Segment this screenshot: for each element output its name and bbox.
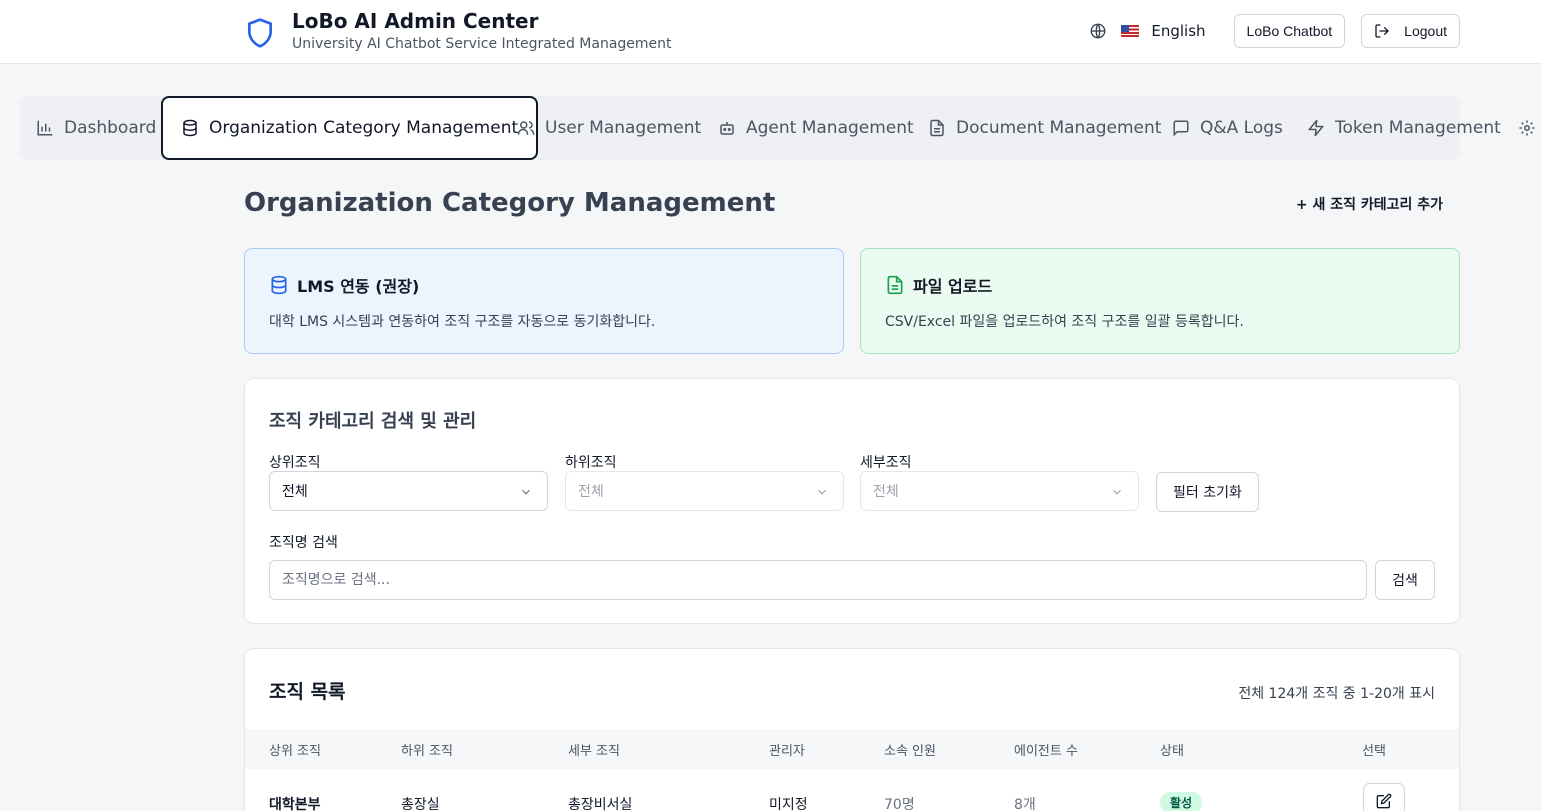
app-title: LoBo AI Admin Center: [292, 9, 539, 33]
tab-qa-logs-label: Q&A Logs: [1200, 118, 1283, 138]
language-selector[interactable]: English: [1089, 22, 1206, 40]
bot-icon: [720, 122, 734, 135]
file-text-icon: [887, 275, 903, 295]
lobo-chatbot-button[interactable]: LoBo Chatbot: [1233, 14, 1346, 48]
tab-agent-management-label: Agent Management: [746, 118, 914, 138]
column-header[interactable]: 선택: [1362, 740, 1386, 759]
tab-token-management-label: Token Management: [1335, 118, 1501, 138]
database-icon: [183, 119, 197, 137]
child-org-select[interactable]: 전체: [565, 471, 844, 511]
organization-list-title: 조직 목록: [269, 681, 346, 703]
search-panel: 조직 카테고리 검색 및 관리 상위조직 전체 하위조직 전체 세부조직 전체 …: [244, 378, 1460, 624]
cell-child-org: 총장실: [401, 797, 440, 811]
gear-icon: [1519, 120, 1535, 136]
org-name-search-label: 조직명 검색: [269, 535, 338, 551]
parent-org-label: 상위조직: [269, 455, 321, 471]
add-organization-category-button[interactable]: + 새 조직 카테고리 추가: [1296, 194, 1443, 214]
upload-card-title: 파일 업로드: [913, 277, 993, 296]
tab-organization-category[interactable]: Organization Category Management: [161, 96, 539, 160]
edit-icon: [1376, 793, 1392, 809]
lms-integration-card[interactable]: LMS 연동 (권장) 대학 LMS 시스템과 연동하여 조직 구조를 자동으로…: [244, 248, 844, 354]
status-badge: 활성: [1160, 792, 1203, 811]
organization-list-panel: 조직 목록 전체 124개 조직 중 1-20개 표시 상위 조직 하위 조직 …: [244, 648, 1460, 811]
table-header: 상위 조직 하위 조직 세부 조직 관리자 소속 인원 에이전트 수 상태 선택: [245, 729, 1459, 769]
parent-org-select[interactable]: 전체: [269, 471, 548, 511]
message-square-icon: [1173, 120, 1189, 137]
detail-org-value: 전체: [873, 484, 899, 500]
main-tabs: Dashboard Organization Category Manageme…: [20, 96, 1535, 160]
column-header[interactable]: 관리자: [769, 740, 805, 759]
column-header[interactable]: 상태: [1160, 740, 1184, 759]
shield-icon: [248, 18, 272, 48]
tab-organization-category-label: Organization Category Management: [209, 118, 519, 138]
database-icon: [271, 275, 287, 295]
globe-icon: [1090, 23, 1106, 39]
upload-card-description: CSV/Excel 파일을 업로드하여 조직 구조를 일괄 등록합니다.: [885, 314, 1244, 330]
zap-icon: [1308, 119, 1324, 137]
column-header[interactable]: 소속 인원: [884, 740, 936, 759]
organization-count: 전체 124개 조직 중 1-20개 표시: [1238, 686, 1435, 702]
org-name-search-input[interactable]: [269, 560, 1367, 600]
file-upload-card[interactable]: 파일 업로드 CSV/Excel 파일을 업로드하여 조직 구조를 일괄 등록합…: [860, 248, 1460, 354]
lobo-chatbot-label: LoBo Chatbot: [1246, 23, 1333, 39]
cell-agents: 8개: [1014, 797, 1036, 811]
brand: LoBo AI Admin Center University AI Chatb…: [244, 8, 672, 54]
lms-card-description: 대학 LMS 시스템과 연동하여 조직 구조를 자동으로 동기화합니다.: [269, 314, 656, 330]
child-org-label: 하위조직: [565, 455, 617, 471]
chevron-down-icon: [522, 489, 530, 495]
tab-user-management[interactable]: User Management: [517, 96, 701, 160]
bar-chart-icon: [37, 120, 53, 136]
tab-token-management[interactable]: Token Management: [1307, 96, 1501, 160]
parent-org-value: 전체: [282, 484, 308, 500]
file-text-icon: [930, 119, 944, 137]
users-icon: [517, 121, 535, 135]
chevron-down-icon: [818, 489, 826, 495]
us-flag-icon: [1121, 25, 1140, 37]
top-header: LoBo AI Admin Center University AI Chatb…: [0, 0, 1542, 64]
tab-dashboard[interactable]: Dashboard: [36, 96, 156, 160]
language-label: English: [1151, 22, 1206, 40]
search-panel-title: 조직 카테고리 검색 및 관리: [269, 411, 477, 432]
edit-button[interactable]: [1363, 783, 1405, 811]
cell-parent-org: 대학본부: [269, 797, 321, 811]
cell-detail-org: 총장비서실: [568, 797, 633, 811]
cell-manager: 미지정: [769, 797, 808, 811]
chevron-down-icon: [1113, 489, 1121, 495]
reset-filters-button[interactable]: 필터 초기화: [1156, 472, 1259, 512]
app-subtitle: University AI Chatbot Service Integrated…: [292, 36, 672, 52]
column-header[interactable]: 상위 조직: [269, 740, 321, 759]
detail-org-select[interactable]: 전체: [860, 471, 1139, 511]
child-org-value: 전체: [578, 484, 604, 500]
tab-document-management-label: Document Management: [956, 118, 1162, 138]
tab-qa-logs[interactable]: Q&A Logs: [1172, 96, 1283, 160]
tab-user-management-label: User Management: [545, 118, 702, 138]
column-header[interactable]: 하위 조직: [401, 740, 453, 759]
lms-card-title: LMS 연동 (권장): [297, 277, 420, 296]
tab-agent-management[interactable]: Agent Management: [718, 96, 914, 160]
detail-org-label: 세부조직: [860, 455, 912, 471]
tab-settings[interactable]: [1518, 96, 1542, 160]
tab-document-management[interactable]: Document Management: [928, 96, 1161, 160]
cell-members: 70명: [884, 797, 915, 811]
logout-label: Logout: [1404, 23, 1447, 39]
logout-button[interactable]: Logout: [1361, 14, 1460, 48]
column-header[interactable]: 세부 조직: [568, 740, 620, 759]
page-title: Organization Category Management: [244, 188, 776, 218]
search-button[interactable]: 검색: [1375, 560, 1435, 600]
tab-dashboard-label: Dashboard: [64, 118, 157, 138]
logout-icon: [1375, 24, 1389, 38]
column-header[interactable]: 에이전트 수: [1014, 740, 1078, 759]
